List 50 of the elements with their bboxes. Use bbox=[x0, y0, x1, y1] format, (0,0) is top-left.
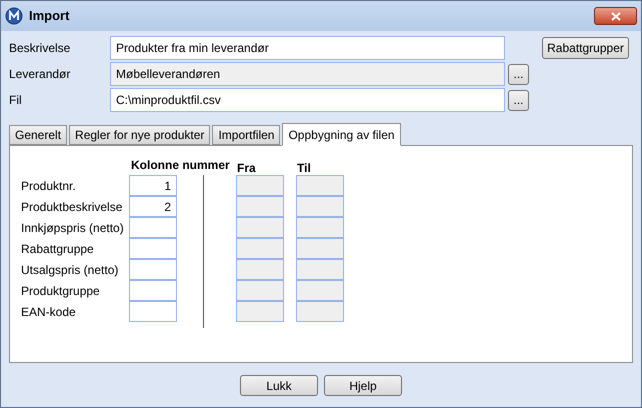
row-label: Produktgruppe bbox=[21, 282, 101, 300]
input-field[interactable]: C:\minproduktfil.csv bbox=[110, 88, 505, 112]
dialog-button[interactable]: Lukk bbox=[240, 375, 318, 396]
input-field[interactable] bbox=[129, 238, 177, 259]
tab[interactable]: Generelt bbox=[9, 125, 68, 145]
input-field[interactable] bbox=[296, 175, 344, 196]
close-icon bbox=[610, 12, 620, 20]
window-title: Import bbox=[29, 7, 70, 26]
input-field[interactable] bbox=[236, 196, 284, 217]
input-field[interactable] bbox=[296, 259, 344, 280]
dialog-button[interactable]: Hjelp bbox=[324, 375, 402, 396]
close-button[interactable] bbox=[594, 7, 637, 25]
column-header: Til bbox=[297, 160, 311, 177]
row-label: Produktbeskrivelse bbox=[21, 198, 124, 216]
input-field[interactable] bbox=[129, 301, 177, 322]
input-field[interactable] bbox=[129, 217, 177, 238]
input-field[interactable]: Produkter fra min leverandør bbox=[110, 36, 505, 60]
input-field[interactable]: 2 bbox=[129, 196, 177, 217]
input-field[interactable] bbox=[236, 280, 284, 301]
input-field[interactable] bbox=[296, 196, 344, 217]
field-label: Leverandør bbox=[9, 66, 72, 83]
input-field[interactable] bbox=[236, 217, 284, 238]
tab[interactable]: Oppbygning av filen bbox=[282, 123, 401, 146]
input-field[interactable]: Møbelleverandøren bbox=[110, 62, 505, 86]
input-field[interactable] bbox=[296, 280, 344, 301]
field-label: Beskrivelse bbox=[9, 40, 72, 57]
input-field[interactable] bbox=[296, 238, 344, 259]
browse-button[interactable]: ... bbox=[508, 64, 529, 84]
browse-button[interactable]: ... bbox=[508, 90, 529, 110]
input-field[interactable] bbox=[236, 238, 284, 259]
input-field[interactable]: 1 bbox=[129, 175, 177, 196]
tab[interactable]: Importfilen bbox=[212, 125, 280, 145]
row-label: Utsalgspris (netto) bbox=[21, 262, 120, 278]
row-label: Produktnr. bbox=[21, 178, 77, 194]
tab[interactable]: Regler for nye produkter bbox=[69, 125, 210, 145]
input-field[interactable] bbox=[296, 301, 344, 322]
rabattgrupper-button[interactable]: Rabattgrupper bbox=[542, 37, 629, 59]
input-field[interactable] bbox=[129, 259, 177, 280]
input-field[interactable] bbox=[236, 301, 284, 322]
app-logo-icon bbox=[5, 7, 23, 25]
input-field[interactable] bbox=[236, 175, 284, 196]
row-label: EAN-kode bbox=[21, 304, 77, 320]
row-label: Rabattgruppe bbox=[21, 240, 95, 258]
column-header: Fra bbox=[237, 160, 257, 177]
input-field[interactable] bbox=[236, 259, 284, 280]
input-field[interactable] bbox=[296, 217, 344, 238]
column-header: Kolonne nummer bbox=[131, 157, 231, 174]
input-field[interactable] bbox=[129, 280, 177, 301]
field-label: Fil bbox=[9, 92, 23, 109]
row-label: Innkjøpspris (netto) bbox=[21, 220, 125, 236]
